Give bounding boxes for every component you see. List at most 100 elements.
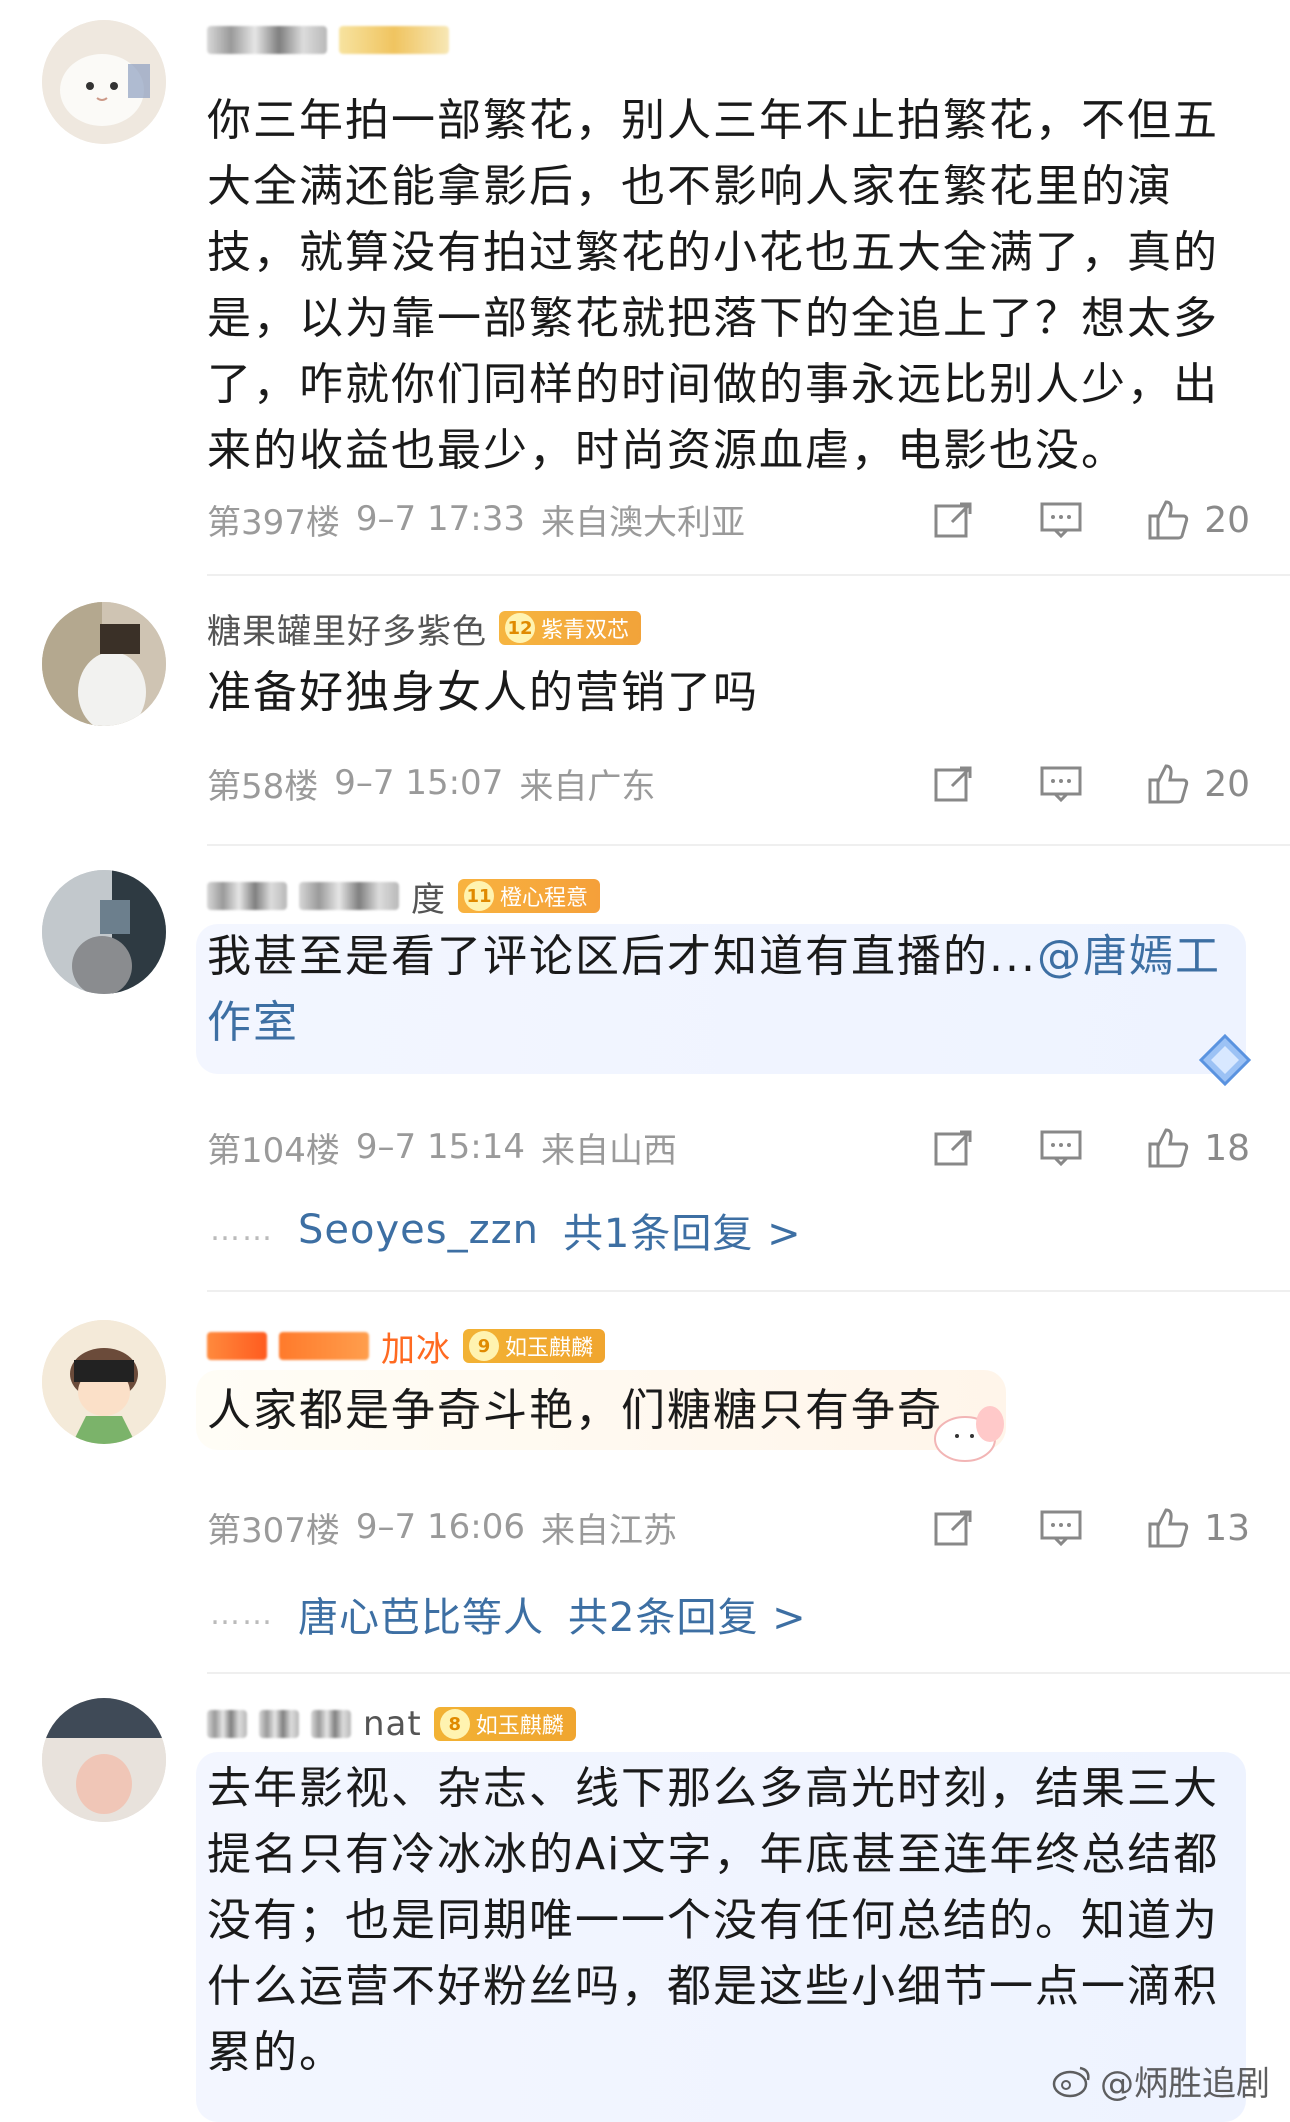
- comment-text: 去年影视、杂志、线下那么多高光时刻，结果三大提名只有冷冰冰的Ai文字，年底甚至连…: [207, 1763, 1220, 2078]
- like-button[interactable]: 20: [1144, 496, 1250, 544]
- username-blurred[interactable]: [207, 1332, 267, 1360]
- divider: [207, 574, 1290, 576]
- badge-label: 紫青双芯: [541, 618, 630, 643]
- avatar[interactable]: [42, 602, 166, 726]
- thumbs-up-icon: [1148, 1508, 1189, 1548]
- comment-button[interactable]: [1037, 1124, 1085, 1172]
- comment-actions: 18: [930, 1118, 1250, 1178]
- floor-number: 第307楼: [207, 1510, 340, 1551]
- floor-number: 第58楼: [207, 766, 319, 807]
- floor-number: 第397楼: [207, 502, 340, 543]
- avatar[interactable]: [42, 20, 166, 144]
- reply-user[interactable]: 唐心芭比等人: [298, 1585, 544, 1643]
- username[interactable]: 度: [411, 872, 446, 921]
- username[interactable]: nat: [363, 1704, 422, 1744]
- share-icon: [934, 766, 972, 802]
- avatar[interactable]: [42, 1698, 166, 1822]
- comment-button[interactable]: [1037, 496, 1085, 544]
- username-row: nat 8 如玉麒麟: [207, 1704, 576, 1744]
- like-count: 13: [1204, 1507, 1250, 1549]
- badge-label: 如玉麒麟: [475, 1714, 564, 1739]
- like-button[interactable]: 13: [1144, 1504, 1250, 1552]
- comment-text: 我甚至是看了评论区后才知道有直播的...@唐嫣工作室: [207, 924, 1247, 1056]
- reply-dots: ……: [210, 1212, 274, 1248]
- reply-summary[interactable]: …… Seoyes_zzn 共1条回复 >: [210, 1200, 802, 1260]
- comment-location: 来自澳大利亚: [540, 502, 745, 543]
- badge-blurred: [339, 26, 449, 54]
- fan-badge[interactable]: 11 橙心程意: [458, 879, 601, 913]
- share-icon: [934, 1130, 972, 1166]
- divider: [207, 1672, 1290, 1674]
- share-icon: [934, 502, 972, 538]
- like-button[interactable]: 20: [1144, 760, 1250, 808]
- comment-meta: 第307楼 9–7 16:06 来自江苏: [207, 1502, 677, 1552]
- username-row: [207, 20, 449, 60]
- thumbs-up-icon: [1148, 764, 1189, 804]
- watermark: @炳胜追剧: [1052, 2056, 1270, 2105]
- thumbs-up-icon: [1148, 500, 1189, 540]
- reply-user[interactable]: Seoyes_zzn: [298, 1207, 539, 1253]
- share-button[interactable]: [930, 496, 978, 544]
- thumbs-up-icon: [1148, 1128, 1189, 1168]
- comment-actions: 13: [930, 1498, 1250, 1558]
- comment-actions: 20: [930, 754, 1250, 814]
- badge-level: 11: [464, 881, 494, 911]
- comment-location: 来自广东: [519, 766, 656, 807]
- comment-icon: [1040, 1510, 1082, 1547]
- share-button[interactable]: [930, 1504, 978, 1552]
- bunny-sticker-icon: [934, 1406, 1004, 1462]
- reply-dots: ……: [210, 1596, 274, 1632]
- username-blurred-2[interactable]: [259, 1710, 299, 1738]
- weibo-logo-icon: [1052, 2066, 1090, 2097]
- divider: [207, 1290, 1290, 1292]
- reply-count[interactable]: 共1条回复 >: [563, 1201, 802, 1259]
- watermark-text: @炳胜追剧: [1100, 2064, 1270, 2104]
- divider: [207, 844, 1290, 846]
- username-row: 度 11 橙心程意: [207, 876, 601, 920]
- comment-icon: [1040, 1130, 1082, 1167]
- comment-meta: 第58楼 9–7 15:07 来自广东: [207, 758, 655, 808]
- username-blurred-2[interactable]: [279, 1332, 369, 1360]
- comment-icon: [1040, 766, 1082, 803]
- comment-meta: 第104楼 9–7 15:14 来自山西: [207, 1122, 677, 1172]
- fan-badge[interactable]: 8 如玉麒麟: [433, 1707, 576, 1741]
- username-blurred[interactable]: [207, 882, 287, 910]
- comment-time: 9–7 16:06: [355, 1507, 525, 1547]
- share-button[interactable]: [930, 1124, 978, 1172]
- comment-time: 9–7 15:07: [334, 763, 504, 803]
- username[interactable]: 糖果罐里好多紫色: [207, 604, 487, 653]
- reply-summary[interactable]: …… 唐心芭比等人 共2条回复 >: [210, 1584, 807, 1644]
- username-blurred-3[interactable]: [311, 1710, 351, 1738]
- reply-count[interactable]: 共2条回复 >: [568, 1585, 807, 1643]
- username-blurred-2[interactable]: [299, 882, 399, 910]
- diamond-icon: [1198, 1033, 1252, 1087]
- avatar[interactable]: [42, 1320, 166, 1444]
- comment-icon: [1040, 502, 1082, 539]
- username-row: 糖果罐里好多紫色 12 紫青双芯: [207, 608, 642, 652]
- fan-badge[interactable]: 9 如玉麒麟: [463, 1329, 606, 1363]
- share-button[interactable]: [930, 760, 978, 808]
- comment-time: 9–7 15:14: [355, 1127, 525, 1167]
- comment-time: 9–7 17:33: [355, 499, 525, 539]
- fan-badge[interactable]: 12 紫青双芯: [499, 611, 642, 645]
- username-blurred[interactable]: [207, 1710, 247, 1738]
- comment-body: 我甚至是看了评论区后才知道有直播的...: [207, 931, 1037, 982]
- comment-button[interactable]: [1037, 760, 1085, 808]
- badge-label: 如玉麒麟: [505, 1336, 594, 1361]
- badge-level: 9: [469, 1331, 499, 1361]
- badge-level: 8: [439, 1709, 470, 1739]
- comment-meta: 第397楼 9–7 17:33 来自澳大利亚: [207, 494, 745, 544]
- comment-actions: 20: [930, 490, 1250, 550]
- like-count: 18: [1204, 1127, 1250, 1169]
- username-blurred[interactable]: [207, 26, 327, 54]
- comment-text: 人家都是争奇斗艳，们糖糖只有争奇: [207, 1385, 943, 1436]
- like-button[interactable]: 18: [1144, 1124, 1250, 1172]
- comment-location: 来自江苏: [540, 1510, 677, 1551]
- like-count: 20: [1204, 499, 1250, 541]
- comment-text: 你三年拍一部繁花，别人三年不止拍繁花，不但五大全满还能拿影后，也不影响人家在繁花…: [207, 95, 1219, 476]
- comment-location: 来自山西: [540, 1130, 677, 1171]
- floor-number: 第104楼: [207, 1130, 340, 1171]
- comment-button[interactable]: [1037, 1504, 1085, 1552]
- username[interactable]: 加冰: [381, 1322, 451, 1371]
- avatar[interactable]: [42, 870, 166, 994]
